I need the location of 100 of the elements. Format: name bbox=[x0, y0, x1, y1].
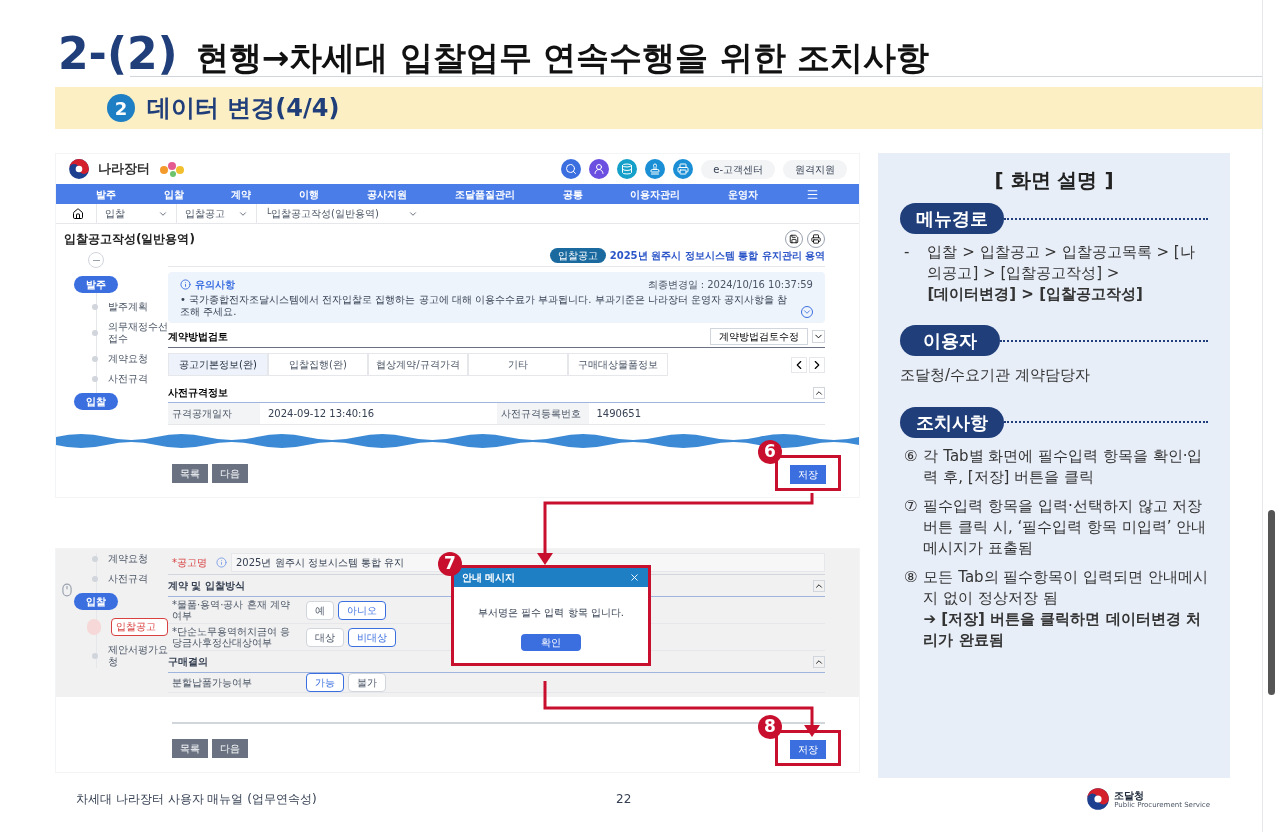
nav-item[interactable]: 조달품질관리 bbox=[454, 186, 515, 202]
step-item[interactable]: 발주계획 bbox=[107, 301, 168, 313]
field-label: *물품·용역·공사 혼재 계약여부 bbox=[171, 598, 291, 623]
tab[interactable]: 공고기본정보(완) bbox=[168, 353, 268, 376]
bullet-mark: - bbox=[904, 242, 910, 263]
step-item[interactable]: 제안서평가요청 bbox=[107, 644, 168, 668]
section-pill: 이용자 bbox=[900, 325, 1000, 356]
stamp-icon[interactable] bbox=[645, 159, 666, 179]
database-icon[interactable] bbox=[617, 159, 638, 179]
option-button[interactable]: 예 bbox=[306, 600, 334, 620]
logo-icon bbox=[68, 158, 90, 180]
section-title: 데이터 변경(4/4) bbox=[147, 93, 340, 124]
previous-button[interactable] bbox=[791, 356, 807, 373]
field-value: 1490651 bbox=[595, 407, 643, 421]
save-button[interactable]: 저장 bbox=[790, 465, 826, 484]
section-title: 구매결의 bbox=[168, 655, 208, 669]
step-item[interactable]: 의무재정수선접수 bbox=[107, 321, 168, 345]
dialog-title: 안내 메시지 bbox=[462, 571, 516, 585]
step-item[interactable]: 입찰공고 bbox=[110, 618, 168, 636]
number-badge: 2 bbox=[107, 94, 135, 122]
close-icon[interactable] bbox=[629, 572, 640, 583]
step-item[interactable]: 계약요청 bbox=[107, 553, 168, 565]
breadcrumb-select[interactable]: 입찰공고 bbox=[176, 204, 256, 223]
info-icon bbox=[180, 279, 191, 290]
dropdown-button[interactable] bbox=[812, 330, 825, 343]
confirm-button[interactable]: 확인 bbox=[521, 634, 581, 651]
printer-icon[interactable] bbox=[673, 159, 694, 179]
header-button[interactable]: e-고객센터 bbox=[701, 159, 775, 179]
action-text: 모든 Tab의 필수항목이 입력되면 안내메시지 없이 정상저장 됨 ➔ [저장] 버튼을 클릭하면 데이터변경 처리가 완료됨 bbox=[923, 566, 1208, 651]
notice-name: 2025년 원주시 정보시스템 통합 유지관리 용역 bbox=[609, 249, 825, 263]
slide-title: 현행→차세대 입찰업무 연속수행을 위한 조치사항 bbox=[195, 41, 930, 76]
stage-pill: 발주 bbox=[74, 276, 118, 293]
field-value: 2024-09-12 13:40:16 bbox=[267, 407, 376, 421]
option-button[interactable]: 가능 bbox=[306, 673, 344, 692]
nav-item[interactable]: 공통 bbox=[562, 186, 583, 202]
step-item[interactable]: 사전규격 bbox=[107, 573, 168, 585]
action-button[interactable]: 목록 bbox=[172, 463, 208, 483]
option-button[interactable]: 대상 bbox=[306, 627, 344, 647]
menu-icon[interactable] bbox=[806, 187, 820, 201]
option-button[interactable]: 아니오 bbox=[338, 600, 386, 620]
save-button[interactable]: 저장 bbox=[790, 740, 826, 759]
notice-text: • 국가종합전자조달시스템에서 전자입찰로 집행하는 공고에 대해 이용수수료가 부과됩니다. 부과기준은 나라장터 운영자 공지사항을 참조해 주세요. bbox=[180, 294, 789, 318]
scroll-hint-icon bbox=[60, 583, 74, 597]
slide-number: 2-(2) bbox=[58, 32, 178, 76]
step-badge: 8 bbox=[758, 715, 782, 739]
user-icon[interactable] bbox=[589, 159, 610, 179]
field-label: 사전규격등록번호 bbox=[496, 403, 589, 424]
field-label: 규격공개일자 bbox=[168, 403, 260, 424]
action-button[interactable]: 다음 bbox=[212, 463, 248, 483]
updated-date: 최종변경일 : 2024/10/16 10:37:59 bbox=[647, 278, 813, 292]
action-button[interactable]: 다음 bbox=[212, 738, 248, 758]
breadcrumb-select[interactable]: 입찰 bbox=[96, 204, 176, 223]
tab[interactable]: 입찰집행(완) bbox=[268, 353, 368, 376]
nav-item[interactable]: 이행 bbox=[299, 186, 320, 202]
tab[interactable]: 기타 bbox=[468, 353, 568, 376]
action-text: 필수입력 항목을 입력·선택하지 않고 저장 버튼 클릭 시, ‘필수입력 항목 미입력’ 안내 메시지가 표출됨 bbox=[923, 495, 1208, 559]
option-button[interactable]: 비대상 bbox=[348, 627, 396, 647]
nav-item[interactable]: 운영자 bbox=[728, 186, 759, 202]
nav-item[interactable]: 공사지원 bbox=[367, 186, 408, 202]
nav-item[interactable]: 이용자관리 bbox=[630, 186, 681, 202]
collapse-button[interactable] bbox=[813, 655, 825, 668]
step-item[interactable]: 사전규격 bbox=[107, 373, 168, 385]
search-icon[interactable] bbox=[561, 159, 582, 179]
agency-logo-icon bbox=[1086, 787, 1111, 811]
step-marker: ⑥ bbox=[904, 445, 918, 467]
nav-item[interactable]: 입찰 bbox=[163, 186, 184, 202]
step-badge: 6 bbox=[758, 440, 782, 464]
header-button[interactable]: 원격지원 bbox=[783, 159, 847, 179]
status-tag: 입찰공고 bbox=[549, 248, 606, 263]
step-item[interactable]: 계약요청 bbox=[107, 353, 168, 365]
section-pill: 조치사항 bbox=[900, 406, 1004, 438]
collapse-button[interactable] bbox=[813, 579, 825, 592]
option-button[interactable]: 불가 bbox=[348, 673, 386, 692]
stage-pill: 입찰 bbox=[74, 593, 118, 610]
notice-title: 유의사항 bbox=[195, 278, 235, 292]
section-pill: 메뉴경로 bbox=[900, 203, 1004, 234]
page-number: 22 bbox=[616, 791, 632, 808]
nav-item[interactable]: 계약 bbox=[231, 186, 252, 202]
field-label: 분할납품가능여부 bbox=[171, 676, 253, 690]
section-title: 사전규격정보 bbox=[168, 386, 228, 400]
user-text: 조달청/수요기관 계약담당자 bbox=[900, 365, 1091, 386]
scrollbar-thumb[interactable] bbox=[1268, 510, 1275, 695]
nav-item[interactable]: 발주 bbox=[95, 186, 116, 202]
edit-button[interactable]: 계약방법검토수정 bbox=[710, 328, 808, 345]
menu-path: 입찰 > 입찰공고 > 입찰공고목록 > [나의공고] > [입찰공고작성] > [데이터변경] > [입찰공고작성] bbox=[927, 242, 1196, 305]
next-button[interactable] bbox=[809, 356, 825, 373]
tab[interactable]: 협상계약/규격가격 bbox=[368, 353, 468, 376]
logo-text: 나라장터 bbox=[98, 160, 150, 179]
breadcrumb-select[interactable]: └입찰공고작성(일반용역) bbox=[256, 204, 426, 223]
collapse-button[interactable] bbox=[813, 386, 825, 399]
step-marker: ⑧ bbox=[904, 566, 918, 588]
tab[interactable]: 구매대상물품정보 bbox=[568, 353, 668, 376]
section-title: 계약방법검토 bbox=[168, 330, 228, 344]
action-button[interactable]: 목록 bbox=[172, 738, 208, 758]
footer-text: 차세대 나라장터 사용자 매뉴얼 (업무연속성) bbox=[76, 791, 318, 808]
info-icon bbox=[216, 557, 227, 568]
field-label: *단순노무용역허치금여 응당금사후정산대상여부 bbox=[171, 625, 292, 650]
field-label: *공고명 bbox=[171, 556, 208, 570]
page-title: 입찰공고작성(일반용역) bbox=[64, 231, 195, 248]
home-icon[interactable] bbox=[72, 207, 84, 220]
